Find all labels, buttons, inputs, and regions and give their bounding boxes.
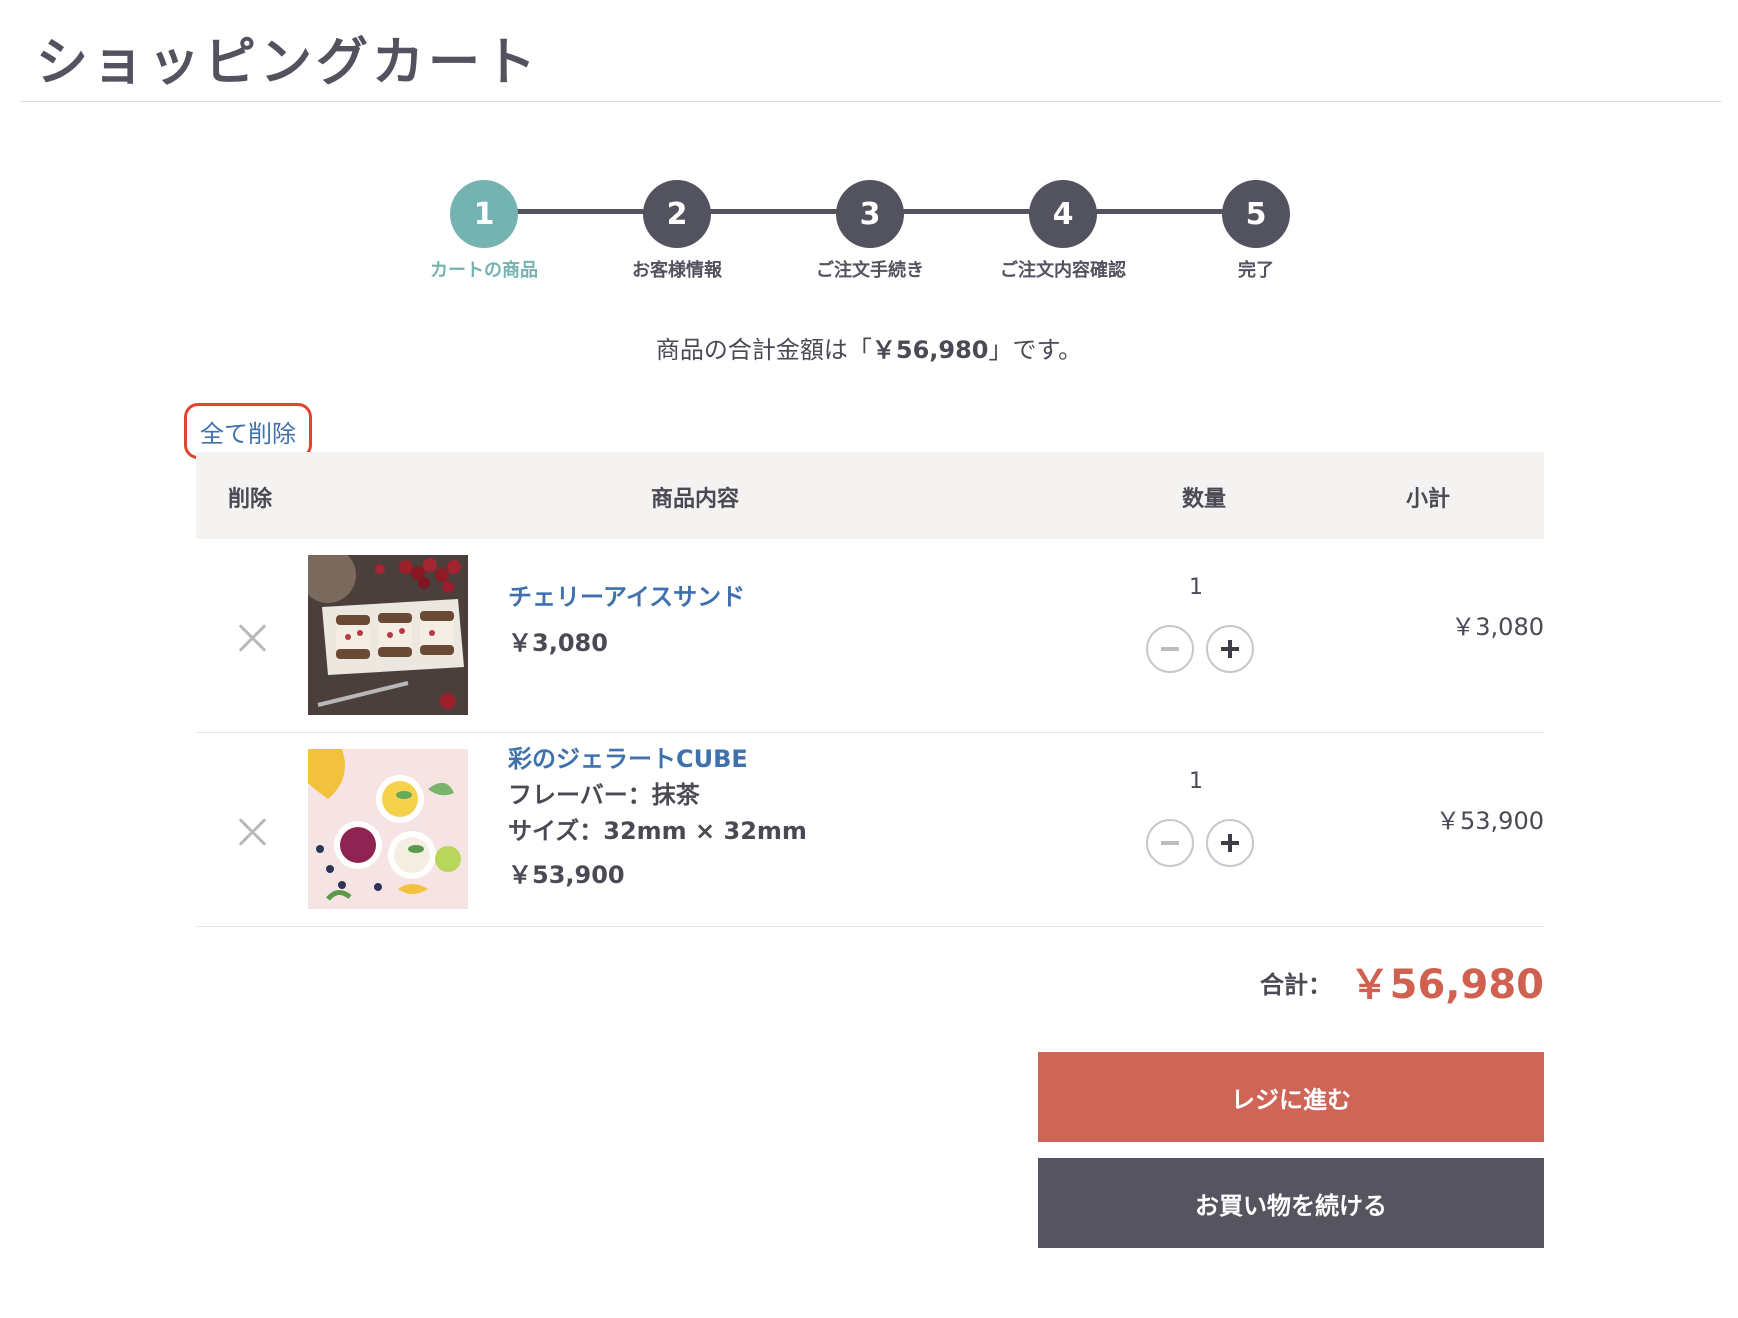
table-row: チェリーアイスサンド ￥3,080 1 ￥3,080 xyxy=(196,539,1544,733)
remove-item-icon[interactable] xyxy=(236,816,268,848)
step-order-confirm: 4 ご注文内容確認 xyxy=(963,180,1163,282)
row-subtotal: ￥3,080 xyxy=(1451,613,1544,641)
total-amount: ￥56,980 xyxy=(1349,962,1544,1008)
product-image xyxy=(308,555,468,715)
step-complete: 5 完了 xyxy=(1156,180,1356,282)
step-order-procedure: 3 ご注文手続き xyxy=(770,180,970,282)
continue-shopping-button[interactable]: お買い物を続ける xyxy=(1038,1158,1544,1248)
product-name-link[interactable]: 彩のジェラートCUBE xyxy=(508,739,748,774)
cart-total-summary: 商品の合計金額は「￥56,980」です。 xyxy=(0,330,1738,365)
product-price: ￥53,900 xyxy=(508,861,625,889)
page-title: ショッピングカート xyxy=(36,33,541,93)
step-number: 1 xyxy=(450,180,518,248)
step-number: 4 xyxy=(1029,180,1097,248)
table-row: 彩のジェラートCUBE フレーバー：抹茶 サイズ：32mm × 32mm ￥53… xyxy=(196,733,1544,927)
checkout-button[interactable]: レジに進む xyxy=(1038,1052,1544,1142)
product-flavor: フレーバー：抹茶 xyxy=(508,781,700,809)
product-name-link[interactable]: チェリーアイスサンド xyxy=(508,577,745,612)
minus-icon xyxy=(1161,841,1179,845)
header-item: 商品内容 xyxy=(651,487,740,512)
gelato-cube-image xyxy=(308,749,468,909)
plus-icon-vertical xyxy=(1228,640,1232,658)
plus-icon-vertical xyxy=(1228,834,1232,852)
header-remove: 削除 xyxy=(228,487,273,512)
step-label: ご注文内容確認 xyxy=(1000,260,1126,281)
cherry-ice-sandwich-image xyxy=(308,555,468,715)
title-divider xyxy=(21,101,1721,102)
increase-quantity-button[interactable] xyxy=(1206,625,1254,673)
increase-quantity-button[interactable] xyxy=(1206,819,1254,867)
clear-all-link[interactable]: 全て削除 xyxy=(184,403,312,459)
header-quantity: 数量 xyxy=(1182,487,1227,512)
step-cart: 1 カートの商品 xyxy=(384,180,584,282)
cart-table: 削除 商品内容 数量 小計 チェリーアイスサンド ￥3,080 1 ￥3,080… xyxy=(196,452,1544,927)
minus-icon xyxy=(1161,647,1179,651)
step-customer-info: 2 お客様情報 xyxy=(577,180,777,282)
summary-prefix: 商品の合計金額は「 xyxy=(655,336,872,364)
summary-suffix: 」です。 xyxy=(988,336,1083,364)
decrease-quantity-button[interactable] xyxy=(1146,625,1194,673)
step-label: ご注文手続き xyxy=(816,260,924,281)
step-number: 2 xyxy=(643,180,711,248)
product-price: ￥3,080 xyxy=(508,629,608,657)
remove-item-icon[interactable] xyxy=(236,622,268,654)
quantity-value: 1 xyxy=(1189,769,1203,794)
product-image xyxy=(308,749,468,909)
step-label: 完了 xyxy=(1238,260,1274,281)
table-header: 削除 商品内容 数量 小計 xyxy=(196,452,1544,539)
total-label: 合計： xyxy=(1260,971,1332,999)
step-number: 5 xyxy=(1222,180,1290,248)
step-number: 3 xyxy=(836,180,904,248)
quantity-value: 1 xyxy=(1189,575,1203,600)
header-subtotal: 小計 xyxy=(1406,487,1451,512)
step-label: お客様情報 xyxy=(632,260,722,281)
decrease-quantity-button[interactable] xyxy=(1146,819,1194,867)
step-label: カートの商品 xyxy=(430,260,538,281)
summary-amount: ￥56,980 xyxy=(871,336,989,364)
row-subtotal: ￥53,900 xyxy=(1436,807,1544,835)
product-size: サイズ：32mm × 32mm xyxy=(508,817,807,845)
